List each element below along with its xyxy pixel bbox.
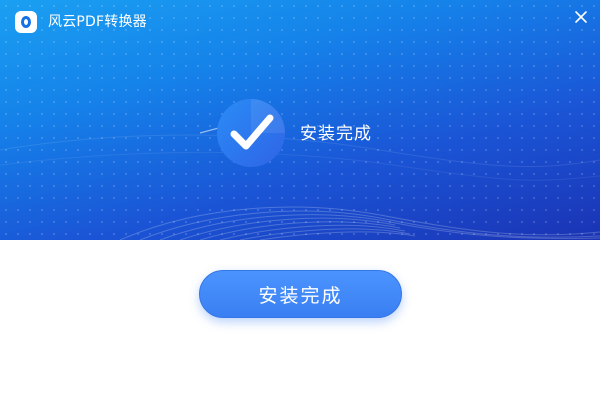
installer-window: 风云PDF转换器 安装完成 安装完成 [0,0,600,400]
install-status: 安装完成 [0,0,600,240]
status-message: 安装完成 [300,124,372,144]
header-banner: 风云PDF转换器 安装完成 [0,0,600,240]
checkmark-icon [217,99,285,167]
finish-button[interactable]: 安装完成 [199,270,402,318]
